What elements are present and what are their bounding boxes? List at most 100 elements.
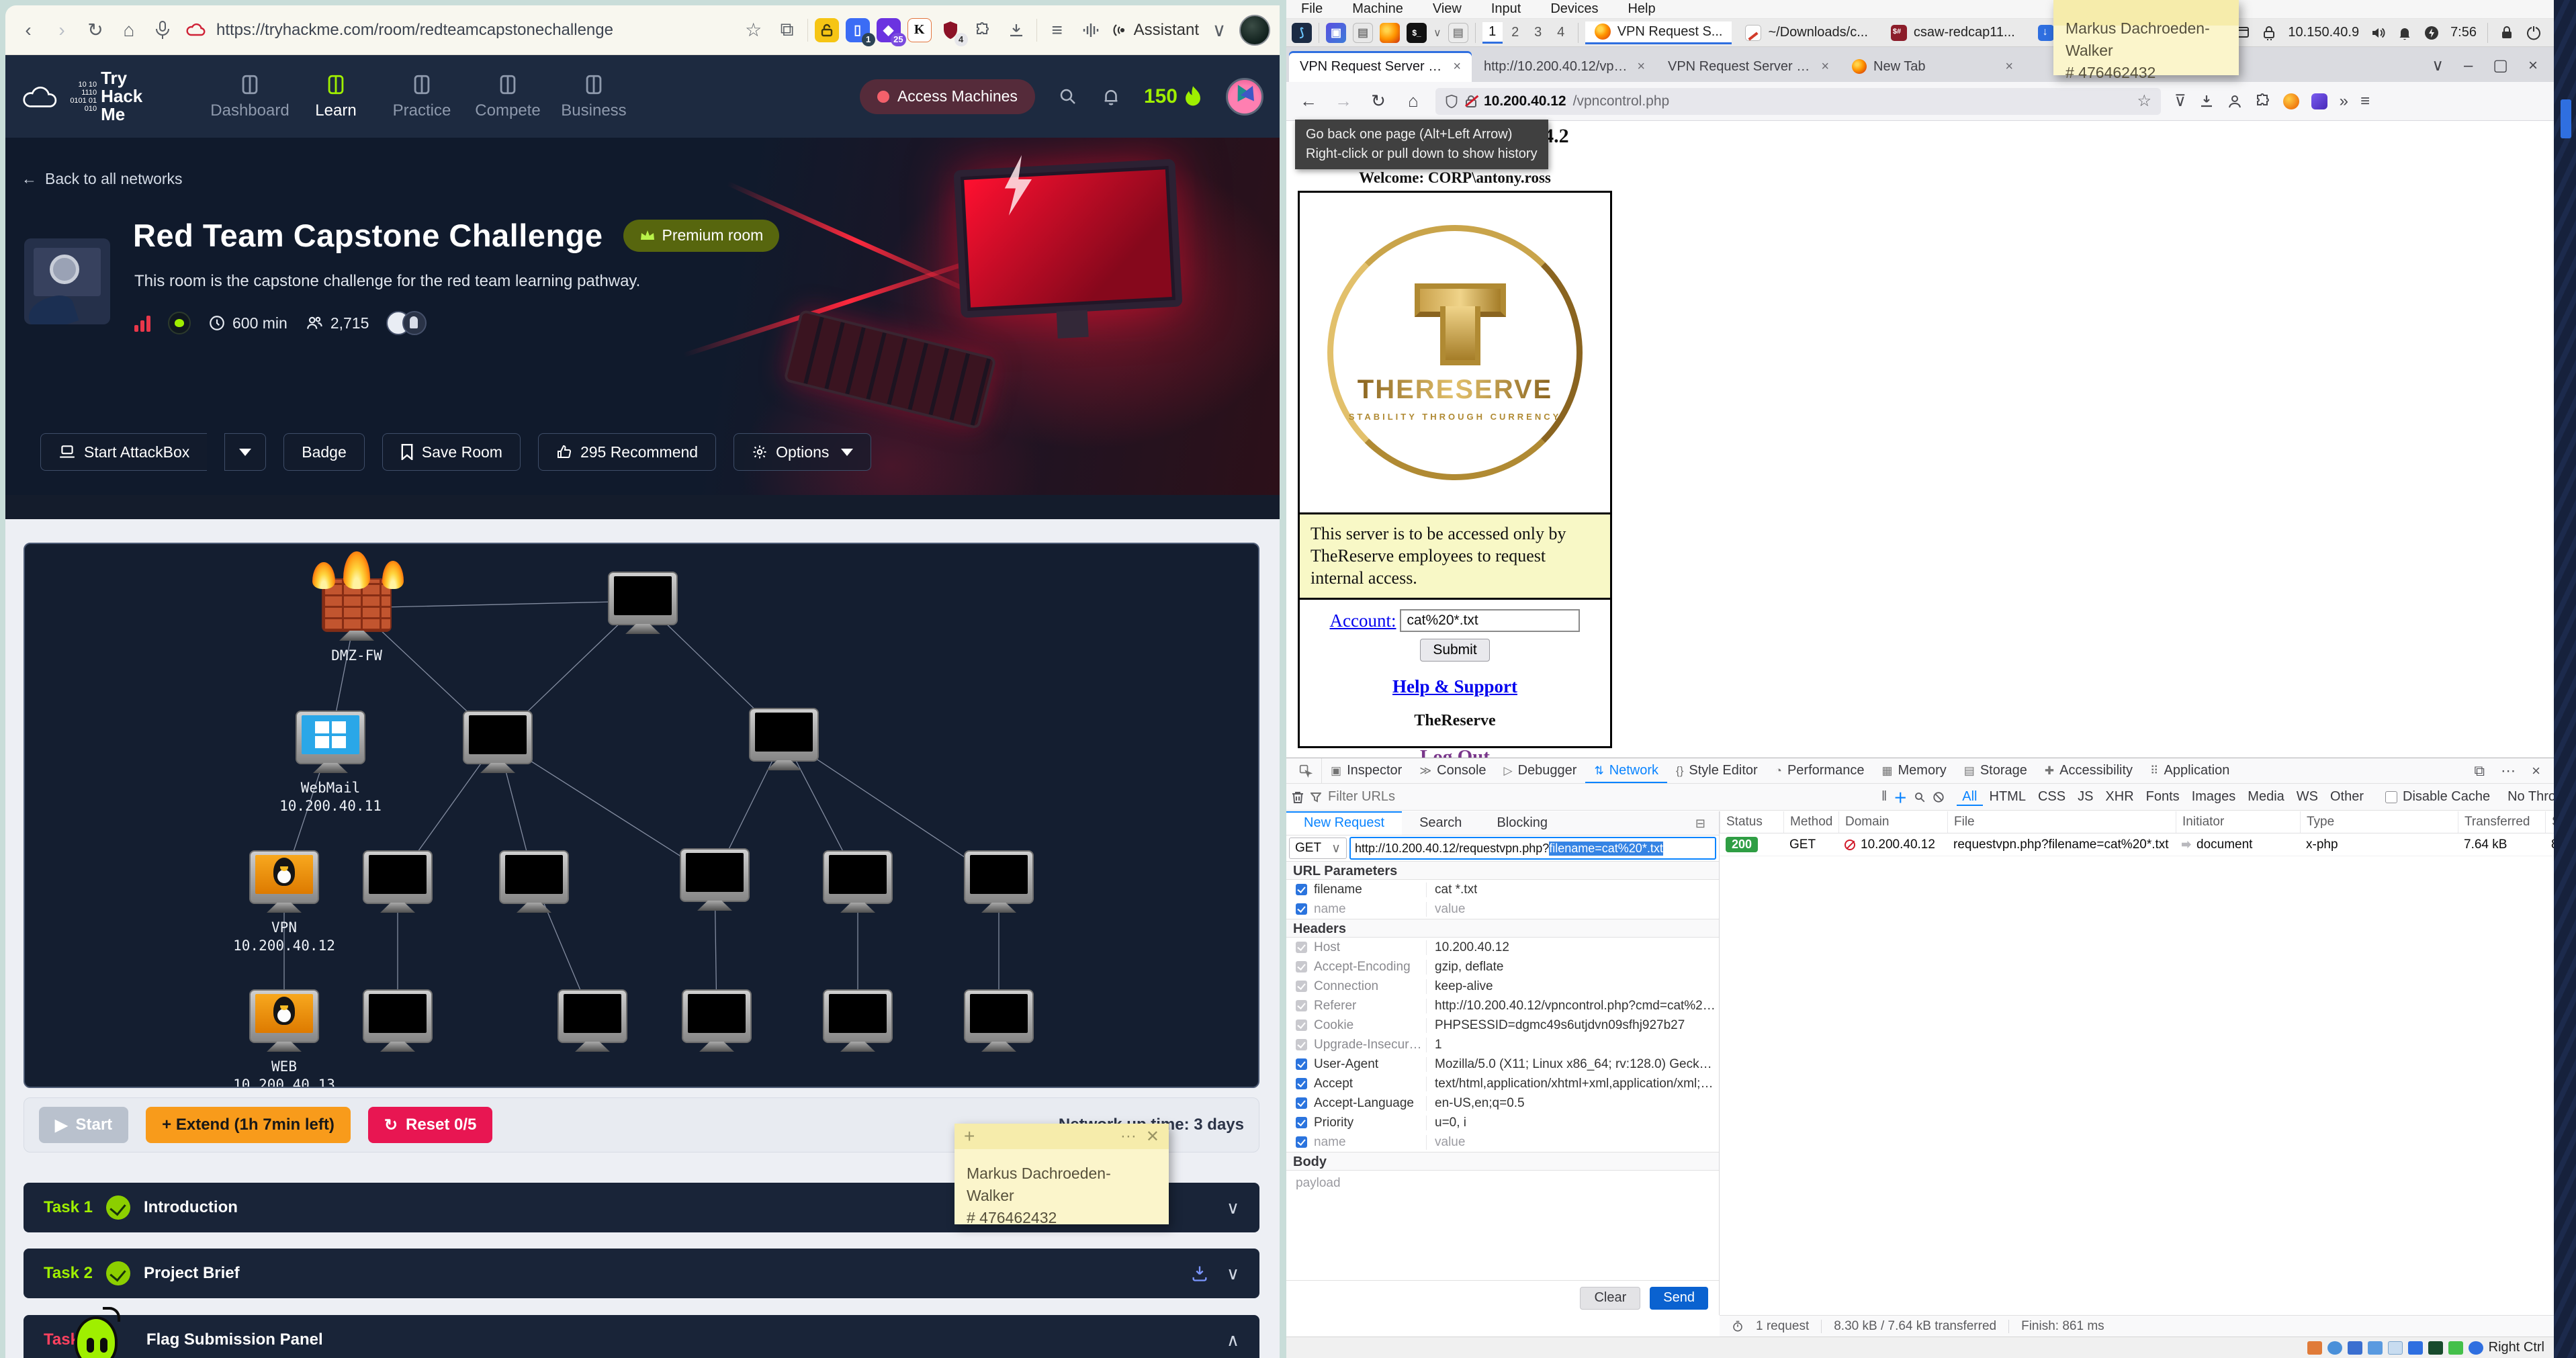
request-blocking-icon[interactable] xyxy=(1933,791,1945,803)
param-name[interactable]: name xyxy=(1314,902,1427,917)
header-row[interactable]: Host 10.200.40.12 xyxy=(1286,938,1719,957)
network-reset-button[interactable]: ↻ Reset 0/5 xyxy=(368,1107,493,1143)
network-extend-button[interactable]: + Extend (1h 7min left) xyxy=(146,1107,351,1143)
param-value[interactable]: cat *.txt xyxy=(1427,882,1477,897)
thm-nav-item[interactable]: Business xyxy=(553,73,634,120)
note-close-icon[interactable]: ✕ xyxy=(1146,1127,1159,1146)
pause-requests-icon[interactable]: ‖ xyxy=(1881,789,1887,805)
header-checkbox[interactable] xyxy=(1296,981,1307,992)
devtools-tab[interactable]: ▷ Debugger xyxy=(1495,758,1586,783)
network-node[interactable] xyxy=(420,711,575,764)
search-requests-icon[interactable] xyxy=(1914,791,1926,803)
column-header[interactable]: Type xyxy=(2300,811,2458,833)
access-machines-button[interactable]: Access Machines xyxy=(860,79,1035,114)
type-filter-button[interactable]: WS xyxy=(2291,788,2323,806)
note-add-icon[interactable]: + xyxy=(964,1126,975,1147)
card-extension-icon[interactable]: ▯1 xyxy=(846,18,870,42)
badge-button[interactable]: Badge xyxy=(283,433,365,471)
header-value[interactable]: en-US,en;q=0.5 xyxy=(1427,1096,1525,1111)
tab-close-icon[interactable]: × xyxy=(2005,59,2013,75)
folder-icon[interactable]: ▤ xyxy=(1448,23,1468,43)
devtools-tab[interactable]: ≫ Console xyxy=(1411,758,1495,783)
pane-tab[interactable]: Search xyxy=(1402,811,1479,835)
header-value[interactable]: value xyxy=(1427,1135,1465,1150)
type-filter-button[interactable]: Fonts xyxy=(2141,788,2185,806)
header-name[interactable]: name xyxy=(1314,1135,1427,1150)
header-name[interactable]: Cookie xyxy=(1314,1018,1427,1033)
pane-tab[interactable]: Blocking xyxy=(1479,811,1565,835)
browser-tab[interactable]: http://10.200.40.12/vpncontr × xyxy=(1473,51,1656,82)
browser-tab[interactable]: VPN Request Server v14.2 × xyxy=(1289,51,1472,82)
network-node[interactable] xyxy=(639,989,794,1043)
header-value[interactable]: 10.200.40.12 xyxy=(1427,940,1509,955)
file-manager-icon[interactable]: ▤ xyxy=(1353,23,1373,43)
chevron-up-icon[interactable]: ∧ xyxy=(1227,1330,1239,1351)
type-filter-button[interactable]: CSS xyxy=(2033,788,2071,806)
start-attackbox-button[interactable]: Start AttackBox xyxy=(40,433,207,471)
devtools-close-icon[interactable]: × xyxy=(2532,762,2540,780)
new-request-plus-icon[interactable]: ＋ xyxy=(1894,787,1907,807)
account-link[interactable]: Account: xyxy=(1330,610,1396,631)
sticky-note-vm[interactable]: Markus Dachroeden-Walker # 476462432 xyxy=(2053,0,2239,75)
chevron-down-icon[interactable]: ∨ xyxy=(1206,17,1233,44)
type-filter-button[interactable]: All xyxy=(1957,788,1982,806)
url-parameter-row[interactable]: name value xyxy=(1286,899,1719,919)
header-name[interactable]: Connection xyxy=(1314,979,1427,994)
reader-lines-icon[interactable]: ≡ xyxy=(1044,17,1071,44)
disable-cache-checkbox[interactable] xyxy=(2385,791,2397,803)
thm-nav-item[interactable]: Compete xyxy=(468,73,548,120)
header-value[interactable]: text/html,application/xhtml+xml,applicat… xyxy=(1427,1077,1719,1091)
devtools-tab[interactable]: ✚ Accessibility xyxy=(2036,758,2141,783)
extension-orange-icon[interactable] xyxy=(2283,93,2299,109)
tracking-shield-icon[interactable] xyxy=(1445,94,1458,109)
devtools-menu-icon[interactable]: ⋯ xyxy=(2501,762,2516,780)
close-window-icon[interactable]: × xyxy=(2528,56,2538,75)
streak-points[interactable]: 150 xyxy=(1144,85,1203,108)
responsive-mode-icon[interactable]: ⧉ xyxy=(2474,762,2485,780)
kali-menu-icon[interactable]: ⟆ xyxy=(1292,23,1312,43)
column-header[interactable]: File xyxy=(1947,811,2176,833)
account-icon[interactable] xyxy=(2227,93,2243,109)
tab-close-icon[interactable]: × xyxy=(1453,59,1461,75)
minimize-icon[interactable]: – xyxy=(2464,56,2473,75)
vbox-menu-item[interactable]: Machine xyxy=(1352,1,1403,17)
forward-icon[interactable]: › xyxy=(48,17,75,44)
devtools-tab[interactable]: ▦ Memory xyxy=(1873,758,1955,783)
header-name[interactable]: Host xyxy=(1314,940,1427,955)
wappalyzer-extension-icon[interactable]: ◆25 xyxy=(877,18,901,42)
url-parameters-section[interactable]: URL Parameters xyxy=(1286,861,1719,880)
extensions-puzzle-icon[interactable] xyxy=(969,17,996,44)
header-checkbox[interactable] xyxy=(1296,1117,1307,1128)
reload-icon[interactable]: ↻ xyxy=(1366,89,1391,114)
pane-collapse-icon[interactable]: ⊟ xyxy=(1687,817,1714,831)
send-button[interactable]: Send xyxy=(1650,1287,1708,1310)
downloads-icon[interactable] xyxy=(2199,93,2215,109)
header-checkbox[interactable] xyxy=(1296,1078,1307,1089)
header-checkbox[interactable] xyxy=(1296,961,1307,972)
lock-screen-icon[interactable] xyxy=(2499,25,2515,41)
param-value[interactable]: value xyxy=(1427,902,1465,917)
network-node[interactable]: WebMail 10.200.40.11 xyxy=(253,711,408,815)
devtools-tab[interactable]: ▣ Inspector xyxy=(1322,758,1411,783)
devtools-tab[interactable]: ⠿ Application xyxy=(2141,758,2238,783)
volume-icon[interactable] xyxy=(2370,25,2386,41)
header-row[interactable]: Cookie PHPSESSID=dgmc49s6utjdvn09sfhj927… xyxy=(1286,1015,1719,1035)
vbox-menu-item[interactable]: Help xyxy=(1628,1,1655,17)
save-room-button[interactable]: Save Room xyxy=(382,433,521,471)
summary-transferred[interactable]: 8.30 kB / 7.64 kB transferred xyxy=(1834,1319,1996,1334)
method-select[interactable]: GET∨ xyxy=(1289,838,1347,859)
thm-logo[interactable]: 10 10 1110 0101 01 010 Try Hack Me xyxy=(21,69,149,124)
header-row[interactable]: Accept-Language en-US,en;q=0.5 xyxy=(1286,1093,1719,1113)
header-value[interactable]: keep-alive xyxy=(1427,979,1493,994)
header-value[interactable]: Mozilla/5.0 (X11; Linux x86_64; rv:128.0… xyxy=(1427,1057,1719,1072)
share-link-icon[interactable]: ⧉ xyxy=(774,17,801,44)
param-name[interactable]: filename xyxy=(1314,882,1427,897)
network-start-button[interactable]: ▶ Start xyxy=(39,1107,128,1143)
forward-icon[interactable]: → xyxy=(1331,89,1356,114)
workspace-button[interactable]: 4 xyxy=(1551,22,1571,44)
workspace-button[interactable]: 3 xyxy=(1528,22,1548,44)
column-header[interactable]: Size xyxy=(2545,811,2554,833)
address-bar[interactable]: https://tryhackme.com/room/redteamcapsto… xyxy=(216,21,734,40)
header-checkbox[interactable] xyxy=(1296,942,1307,953)
header-row[interactable]: Upgrade-Insecure-... 1 xyxy=(1286,1035,1719,1054)
